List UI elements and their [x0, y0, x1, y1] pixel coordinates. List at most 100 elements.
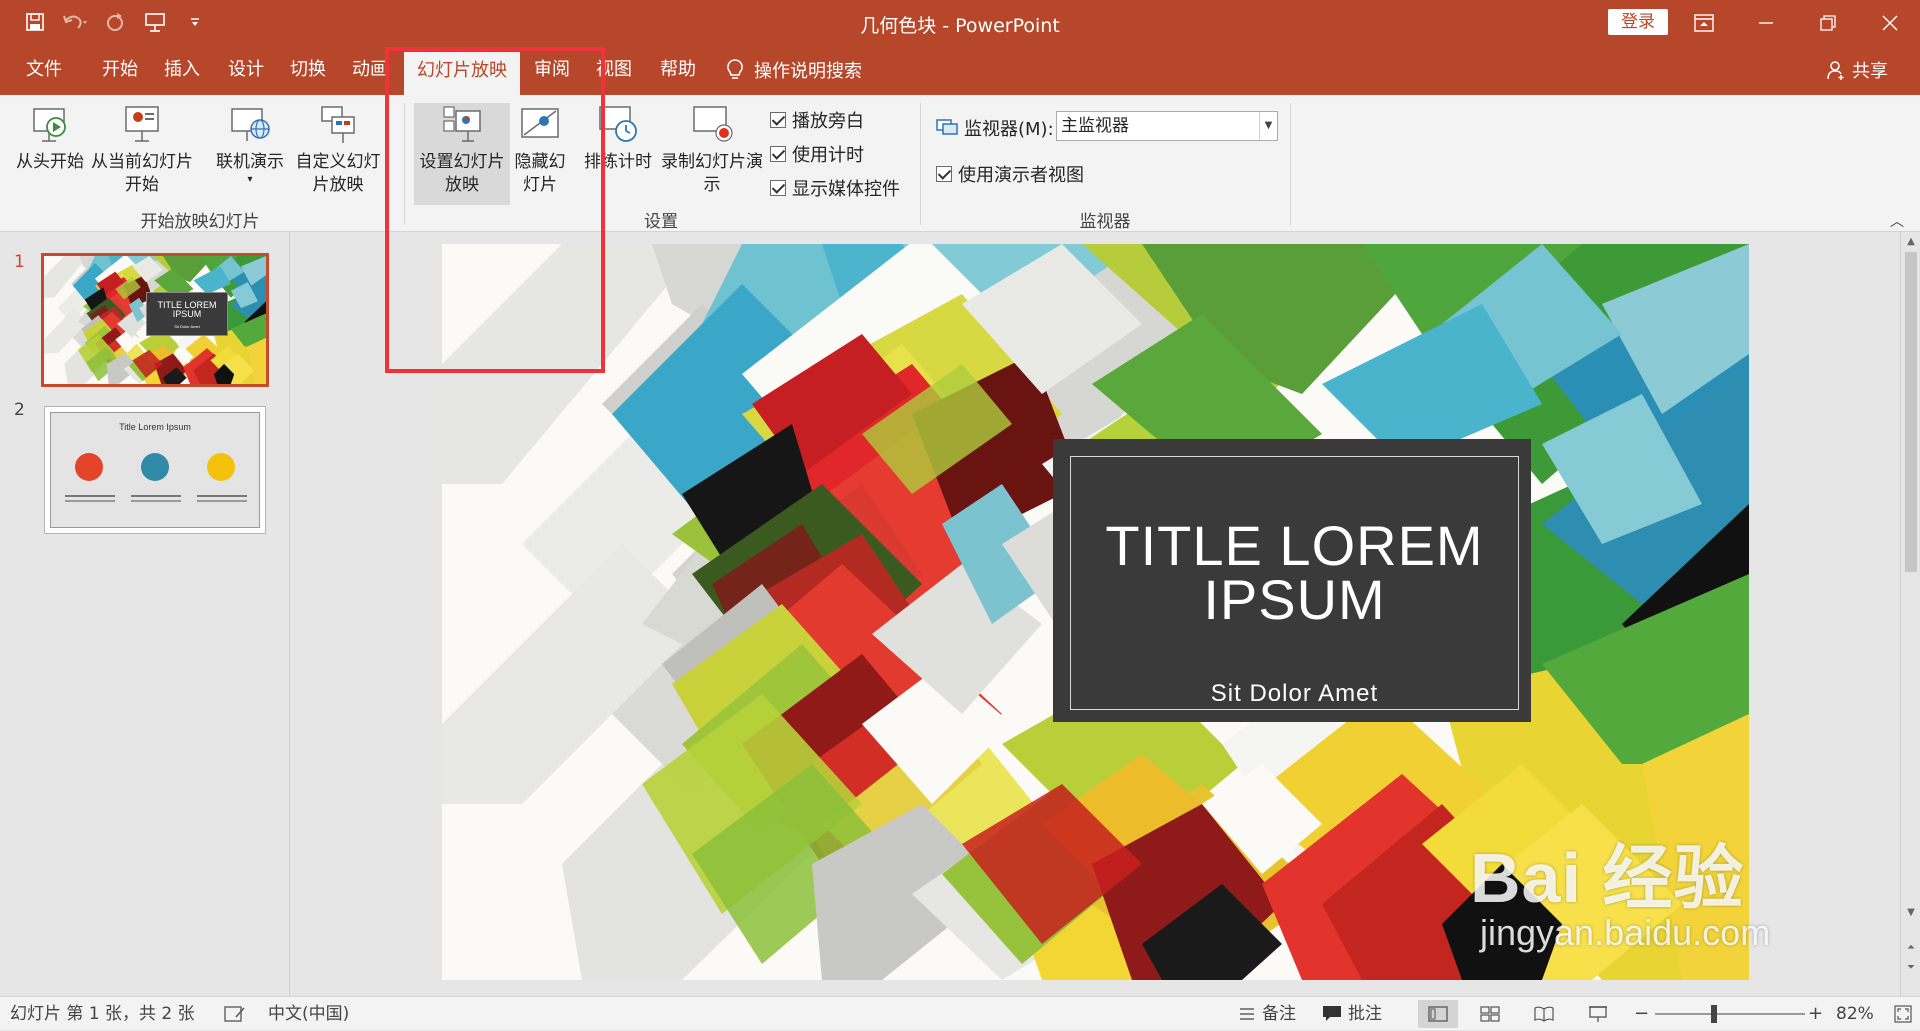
notes-label: 备注: [1262, 1004, 1296, 1024]
monitor-icon: [936, 119, 958, 135]
show-media-controls-label: 显示媒体控件: [792, 179, 900, 200]
stopwatch-icon: [207, 453, 235, 481]
tab-insert[interactable]: 插入: [152, 45, 212, 95]
online-present-dropdown-icon[interactable]: ▾: [210, 174, 290, 186]
scroll-up-icon[interactable]: ▲: [1904, 236, 1918, 247]
share-label: 共享: [1852, 61, 1888, 82]
highlight-rectangle: [385, 47, 605, 373]
status-bar: 幻灯片 第 1 张，共 2 张 中文(中国) 备注 批注 − + 82%: [0, 996, 1920, 1030]
checkbox-checked-icon: [770, 112, 786, 128]
next-slide-icon[interactable]: ⏷: [1904, 962, 1918, 973]
share-button[interactable]: 共享: [1826, 45, 1888, 95]
tab-file[interactable]: 文件: [14, 45, 74, 95]
show-media-controls-checkbox[interactable]: 显示媒体控件: [770, 175, 900, 201]
online-present-button[interactable]: 联机演示 ▾: [210, 103, 290, 186]
checkbox-checked-icon: [770, 180, 786, 196]
from-beginning-icon: [33, 108, 66, 142]
slide-subtitle[interactable]: Sit Dolor Amet: [1071, 680, 1518, 708]
from-current-slide-button[interactable]: 从当前幻灯片开始: [86, 103, 198, 197]
from-beginning-label: 从头开始: [16, 152, 84, 172]
monitor-label: 监视器(M):: [964, 119, 1054, 140]
slide-show-view-icon[interactable]: [1578, 1000, 1618, 1028]
use-timings-checkbox[interactable]: 使用计时: [770, 141, 864, 167]
zoom-slider-handle[interactable]: [1711, 1005, 1717, 1023]
watermark-brand: Bai 经验: [1470, 839, 1745, 917]
chevron-down-icon[interactable]: ▼: [1259, 112, 1277, 140]
ribbon-slide-show: 从头开始 从当前幻灯片开始 联机演示 ▾ 自定义幻灯片放映 开始放映幻灯片 设置…: [0, 95, 1920, 232]
reading-view-icon[interactable]: [1524, 1000, 1564, 1028]
zoom-slider[interactable]: [1655, 1013, 1805, 1015]
title-placeholder[interactable]: TITLE LOREM IPSUM Sit Dolor Amet: [1053, 439, 1531, 722]
thumbnail-number: 1: [14, 252, 25, 272]
tab-transitions[interactable]: 切换: [278, 45, 338, 95]
group-separator: [1290, 103, 1291, 225]
collapse-ribbon-icon[interactable]: ︿: [1890, 211, 1904, 231]
previous-slide-icon[interactable]: ⏶: [1904, 942, 1918, 953]
scrollbar-thumb[interactable]: [1905, 252, 1917, 572]
person-icon: [1827, 61, 1844, 80]
slide-thumbnail-2[interactable]: Title Lorem Ipsum: [44, 406, 266, 534]
spell-check-icon[interactable]: [224, 997, 246, 1031]
comment-icon: [1323, 1006, 1341, 1021]
scroll-down-icon[interactable]: ▼: [1904, 907, 1918, 918]
slide-title-line-2: IPSUM: [1203, 568, 1386, 631]
record-slide-show-label: 录制幻灯片演示: [661, 152, 763, 195]
use-presenter-view-checkbox[interactable]: 使用演示者视图: [936, 161, 1084, 187]
tab-help[interactable]: 帮助: [646, 45, 710, 95]
title-bar: 几何色块 - PowerPoint 登录: [0, 0, 1920, 45]
zoom-in-icon[interactable]: +: [1808, 997, 1823, 1031]
login-button[interactable]: 登录: [1608, 9, 1668, 35]
customize-qat-icon[interactable]: [182, 9, 208, 35]
start-from-beginning-qat-icon[interactable]: [142, 9, 168, 35]
restore-icon[interactable]: [1800, 0, 1856, 45]
notes-icon: [1240, 1008, 1254, 1020]
play-narrations-label: 播放旁白: [792, 111, 864, 132]
minimize-icon[interactable]: [1738, 0, 1794, 45]
presentation-icon: [141, 453, 169, 481]
from-beginning-button[interactable]: 从头开始: [8, 103, 92, 174]
slide-title[interactable]: TITLE LOREM IPSUM: [1071, 518, 1518, 628]
comments-button[interactable]: 批注: [1322, 997, 1382, 1031]
fit-to-window-icon[interactable]: [1894, 997, 1912, 1031]
notes-button[interactable]: 备注: [1238, 997, 1296, 1031]
title-frame: TITLE LOREM IPSUM Sit Dolor Amet: [1070, 456, 1519, 710]
zoom-out-icon[interactable]: −: [1634, 997, 1649, 1031]
record-slide-show-icon: [693, 106, 733, 142]
tell-me-search[interactable]: 操作说明搜索: [726, 45, 862, 95]
zoom-level[interactable]: 82%: [1836, 997, 1874, 1031]
quick-access-toolbar: [22, 9, 208, 35]
undo-icon[interactable]: [62, 9, 88, 35]
vertical-scrollbar[interactable]: ▲ ▼ ⏶ ⏷: [1900, 232, 1920, 996]
checkbox-checked-icon: [770, 146, 786, 162]
use-timings-label: 使用计时: [792, 145, 864, 166]
monitor-select[interactable]: 主监视器 ▼: [1056, 111, 1278, 141]
language-status[interactable]: 中文(中国): [268, 997, 349, 1031]
custom-slide-show-icon: [321, 106, 355, 143]
tab-design[interactable]: 设计: [216, 45, 276, 95]
redo-icon[interactable]: [102, 9, 128, 35]
online-present-label: 联机演示: [216, 152, 284, 172]
record-slide-show-button[interactable]: 录制幻灯片演示: [660, 103, 764, 197]
ribbon-display-options-icon[interactable]: [1676, 0, 1732, 45]
thumbnail-title: TITLE LOREM IPSUM: [157, 300, 217, 319]
custom-slide-show-button[interactable]: 自定义幻灯片放映: [290, 103, 386, 197]
slide-count-status[interactable]: 幻灯片 第 1 张，共 2 张: [10, 997, 195, 1031]
normal-view-icon[interactable]: [1418, 1000, 1458, 1028]
save-icon[interactable]: [22, 9, 48, 35]
slide-thumbnail-pane: 1 TITLE LOREM IPSUM Sit Dolor Amet 2 Tit…: [0, 232, 290, 996]
checkbox-checked-icon: [936, 166, 952, 182]
from-current-slide-icon: [125, 106, 159, 142]
tab-home[interactable]: 开始: [90, 45, 150, 95]
close-icon[interactable]: [1862, 0, 1918, 45]
monitor-label-row: 监视器(M):: [936, 115, 1054, 141]
group-label-monitors: 监视器: [1079, 212, 1131, 232]
from-current-slide-label: 从当前幻灯片开始: [91, 152, 193, 195]
slide-sorter-view-icon[interactable]: [1470, 1000, 1510, 1028]
use-presenter-view-label: 使用演示者视图: [958, 165, 1084, 186]
group-label-start-slide-show: 开始放映幻灯片: [140, 212, 260, 232]
online-present-icon: [231, 108, 270, 141]
lightbulb-icon: [727, 59, 743, 79]
thumbnail-2-title: Title Lorem Ipsum: [119, 422, 191, 432]
slide-thumbnail-1[interactable]: TITLE LOREM IPSUM Sit Dolor Amet: [41, 253, 269, 387]
play-narrations-checkbox[interactable]: 播放旁白: [770, 107, 864, 133]
